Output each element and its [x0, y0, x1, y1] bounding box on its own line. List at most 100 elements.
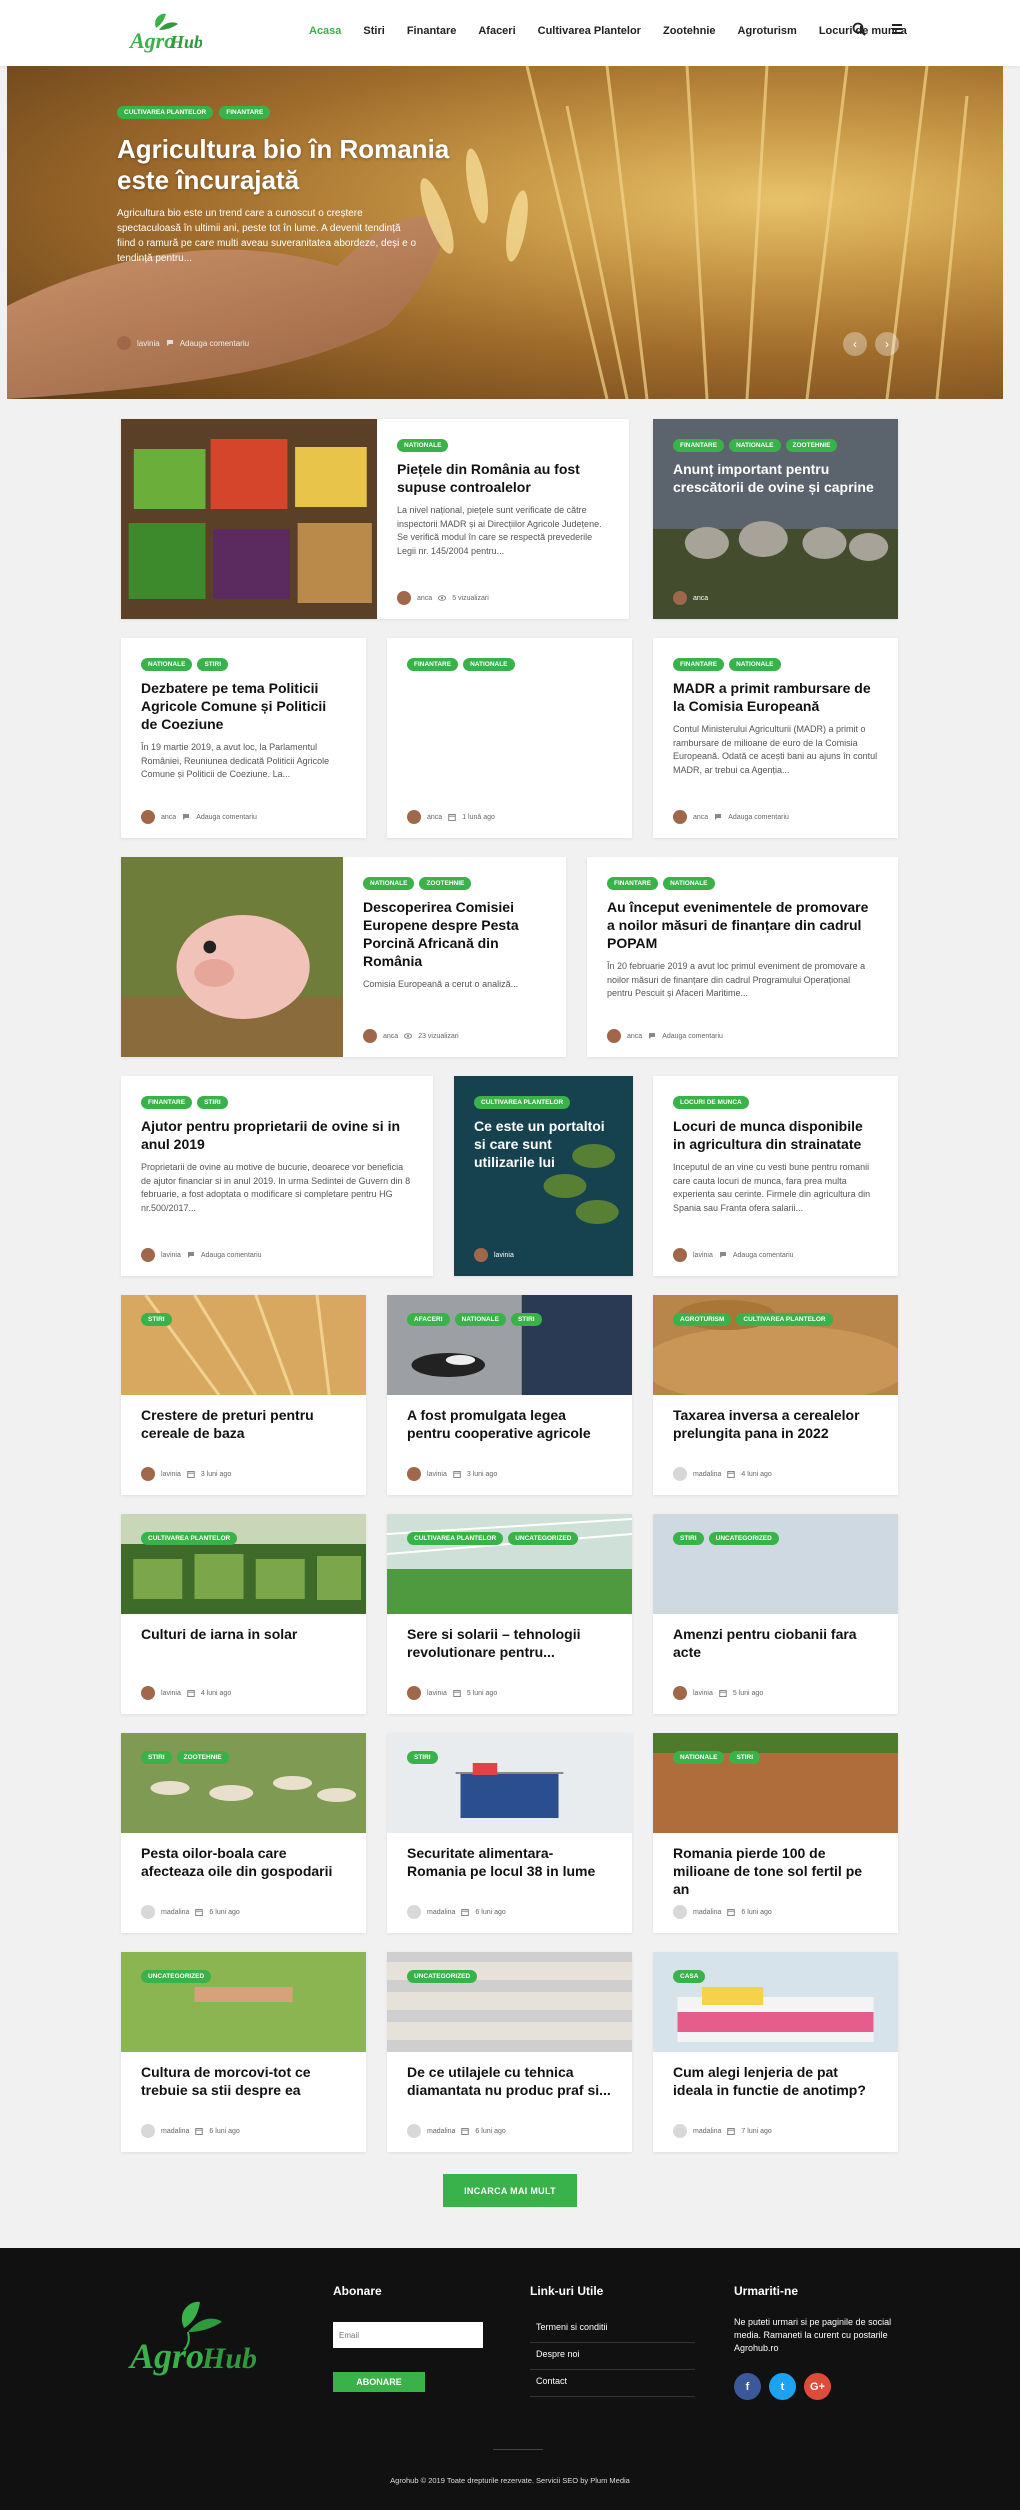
avatar[interactable] [407, 1686, 421, 1700]
comment-link[interactable]: Adauga comentariu [180, 339, 249, 348]
post-title[interactable]: Ajutor pentru proprietarii de ovine si i… [141, 1117, 413, 1153]
category-tag[interactable]: CULTIVAREA PLANTELOR [736, 1313, 833, 1326]
post-title[interactable]: De ce utilajele cu tehnica diamantata nu… [407, 2063, 612, 2099]
avatar[interactable] [363, 1029, 377, 1043]
post-title[interactable]: Au început evenimentele de promovare a n… [607, 898, 878, 952]
category-tag[interactable]: CULTIVAREA PLANTELOR [117, 106, 214, 119]
author-name[interactable]: madalina [161, 2128, 189, 2135]
author-name[interactable]: anca [417, 595, 432, 602]
load-more-button[interactable]: INCARCA MAI MULT [443, 2174, 577, 2207]
google-plus-icon[interactable]: G+ [804, 2373, 831, 2400]
post-card[interactable]: CULTIVAREA PLANTELOR Ce este un portaltoi… [454, 1076, 633, 1276]
post-title[interactable]: Amenzi pentru ciobanii fara acte [673, 1625, 878, 1661]
avatar[interactable] [673, 810, 687, 824]
post-card[interactable]: LOCURI DE MUNCA Locuri de munca disponibi… [653, 1076, 898, 1276]
avatar[interactable] [141, 1686, 155, 1700]
avatar[interactable] [673, 1686, 687, 1700]
post-card[interactable]: CULTIVAREA PLANTELOR UNCATEGORIZED Sere si… [387, 1514, 632, 1714]
post-title[interactable]: Cultura de morcovi-tot ce trebuie sa sti… [141, 2063, 346, 2099]
post-title[interactable]: Romania pierde 100 de milioane de tone s… [673, 1844, 878, 1898]
author-name[interactable]: madalina [427, 1909, 455, 1916]
category-tag[interactable]: NATIONALE [673, 1751, 725, 1764]
category-tag[interactable]: FINANTARE [607, 877, 659, 890]
category-tag[interactable]: UNCATEGORIZED [508, 1532, 579, 1545]
avatar[interactable] [673, 591, 687, 605]
author-name[interactable]: lavinia [494, 1252, 514, 1259]
category-tag[interactable]: UNCATEGORIZED [708, 1532, 779, 1545]
post-title[interactable]: Locuri de munca disponibile in agricultu… [673, 1117, 878, 1153]
category-tag[interactable]: NATIONALE [729, 658, 781, 671]
category-tag[interactable]: ZOOTEHNIE [785, 439, 838, 452]
avatar[interactable] [474, 1248, 488, 1262]
avatar[interactable] [673, 1905, 687, 1919]
post-card[interactable]: AGROTURISM CULTIVAREA PLANTELOR Taxarea in… [653, 1295, 898, 1495]
author-name[interactable]: lavinia [161, 1471, 181, 1478]
author-name[interactable]: anca [693, 595, 708, 602]
hero-title[interactable]: Agricultura bio în Romania este încuraja… [117, 134, 477, 196]
post-title[interactable]: Cum alegi lenjeria de pat ideala in func… [673, 2063, 878, 2099]
post-title[interactable]: Pesta oilor-boala care afecteaza oile di… [141, 1844, 346, 1880]
category-tag[interactable]: CULTIVAREA PLANTELOR [407, 1532, 504, 1545]
avatar[interactable] [141, 1905, 155, 1919]
category-tag[interactable]: NATIONALE [463, 658, 515, 671]
category-tag[interactable]: STIRI [141, 1751, 172, 1764]
avatar[interactable] [673, 2124, 687, 2138]
author-name[interactable]: lavinia [427, 1690, 447, 1697]
footer-logo[interactable]: Agro Hub [128, 2298, 258, 2382]
author-name[interactable]: lavinia [693, 1252, 713, 1259]
avatar[interactable] [141, 1467, 155, 1481]
category-tag[interactable]: LOCURI DE MUNCA [673, 1096, 749, 1109]
nav-item-finantare[interactable]: Finantare [396, 25, 468, 37]
post-title[interactable]: Descoperirea Comisiei Europene despre Pe… [363, 898, 546, 970]
avatar[interactable] [407, 1467, 421, 1481]
category-tag[interactable]: STIRI [510, 1313, 542, 1326]
post-card[interactable]: UNCATEGORIZED De ce utilajele cu tehnica … [387, 1952, 632, 2152]
category-tag[interactable]: CULTIVAREA PLANTELOR [141, 1532, 238, 1545]
avatar[interactable] [673, 1467, 687, 1481]
category-tag[interactable]: ZOOTEHNIE [419, 877, 472, 890]
author-name[interactable]: anca [161, 814, 176, 821]
category-tag[interactable]: UNCATEGORIZED [407, 1970, 478, 1983]
post-title[interactable]: MADR a primit rambursare de la Comisia E… [673, 679, 878, 715]
author-name[interactable]: lavinia [137, 339, 160, 348]
avatar[interactable] [407, 2124, 421, 2138]
category-tag[interactable]: STIRI [407, 1751, 438, 1764]
category-tag[interactable]: AFACERI [407, 1313, 450, 1326]
avatar[interactable] [407, 810, 421, 824]
author-name[interactable]: anca [693, 814, 708, 821]
category-tag[interactable]: NATIONALE [141, 658, 193, 671]
avatar[interactable] [407, 1905, 421, 1919]
search-icon[interactable] [852, 22, 868, 38]
post-card[interactable]: FINANTARE NATIONALE anca 1 lună ago [387, 638, 632, 838]
avatar[interactable] [141, 2124, 155, 2138]
post-title[interactable]: Securitate alimentara-Romania pe locul 3… [407, 1844, 612, 1880]
nav-item-afaceri[interactable]: Afaceri [467, 25, 526, 37]
post-card[interactable]: FINANTARE NATIONALE Au început evenimentel… [587, 857, 898, 1057]
facebook-icon[interactable]: f [734, 2373, 761, 2400]
category-tag[interactable]: STIRI [141, 1313, 172, 1326]
avatar[interactable] [141, 810, 155, 824]
author-name[interactable]: madalina [693, 1909, 721, 1916]
post-card[interactable]: NATIONALE STIRI Dezbatere pe tema Politici… [121, 638, 366, 838]
category-tag[interactable]: FINANTARE [219, 106, 271, 119]
post-title[interactable]: Dezbatere pe tema Politicii Agricole Com… [141, 679, 346, 733]
category-tag[interactable]: CASA [673, 1970, 706, 1983]
category-tag[interactable]: STIRI [197, 1096, 228, 1109]
post-card[interactable]: FINANTARE NATIONALE ZOOTEHNIE Anunț importa… [653, 419, 898, 619]
author-name[interactable]: madalina [693, 1471, 721, 1478]
post-card[interactable]: UNCATEGORIZED Cultura de morcovi-tot ce t… [121, 1952, 366, 2152]
post-title[interactable]: Crestere de preturi pentru cereale de ba… [141, 1406, 346, 1442]
agrohub-logo[interactable]: Agro Hub [126, 10, 202, 56]
category-tag[interactable]: UNCATEGORIZED [141, 1970, 212, 1983]
category-tag[interactable]: NATIONALE [397, 439, 449, 452]
category-tag[interactable]: AGROTURISM [673, 1313, 732, 1326]
author-name[interactable]: anca [383, 1033, 398, 1040]
nav-item-zootehnie[interactable]: Zootehnie [652, 25, 727, 37]
post-card[interactable]: NATIONALE STIRI Romania pierde 100 de mili… [653, 1733, 898, 1933]
next-arrow-icon[interactable]: › [875, 332, 899, 356]
post-card[interactable]: STIRI UNCATEGORIZED Amenzi pentru ciobanii… [653, 1514, 898, 1714]
post-title[interactable]: Piețele din România au fost supuse contr… [397, 460, 609, 496]
author-name[interactable]: madalina [693, 2128, 721, 2135]
post-title[interactable]: Culturi de iarna in solar [141, 1625, 346, 1643]
avatar[interactable] [117, 336, 131, 350]
